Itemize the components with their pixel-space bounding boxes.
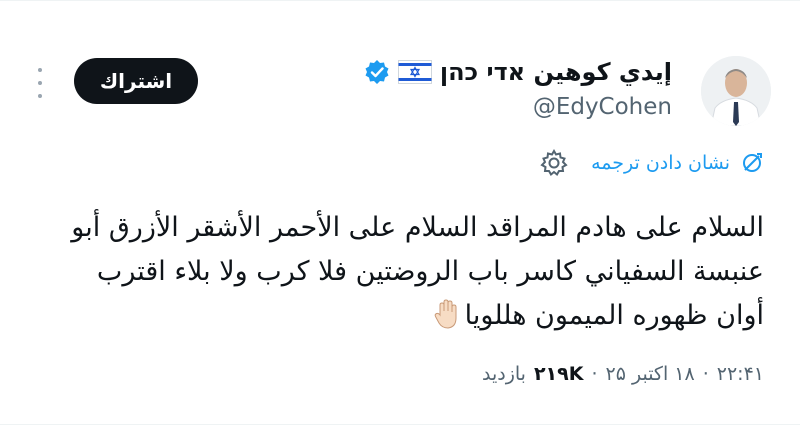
more-vertical-icon[interactable] (34, 68, 46, 98)
gear-icon[interactable] (539, 148, 569, 178)
avatar[interactable] (701, 56, 771, 126)
verified-badge-icon[interactable] (364, 59, 390, 85)
views-count: ۲۱۹K (533, 363, 584, 385)
display-name-row[interactable]: إيدي كوهين אדי כהן (364, 58, 672, 86)
translate-row: نشان دادن ترجمه (539, 148, 764, 178)
tweet-line-3-text: أوان ظهوره الميمون هللويا (464, 300, 764, 331)
tweet-meta: ۲۲:۴۱ · ۱۸ اکتبر ۲۵ · ۲۱۹K بازدید (482, 363, 764, 385)
views-label: بازدید (481, 363, 526, 385)
meta-separator: · (591, 363, 598, 385)
meta-separator: · (702, 363, 709, 385)
top-divider (0, 0, 800, 15)
tweet-line-3: أوان ظهوره الميمون هللويا (34, 294, 764, 338)
globe-icon (740, 151, 764, 175)
tweet-line-2: عنبسة السفياني كاسر باب الروضتين فلا كرب… (96, 256, 764, 287)
bottom-divider (0, 424, 800, 425)
israel-flag-icon (397, 60, 432, 84)
raised-hand-icon (433, 298, 461, 330)
display-name[interactable]: إيدي كوهين אדי כהן (440, 58, 672, 86)
tweet-line-1: السلام على هادم المراقد السلام على الأحم… (71, 212, 764, 243)
show-translation-link[interactable]: نشان دادن ترجمه (591, 152, 730, 174)
avatar-portrait (701, 56, 771, 126)
tweet-text: السلام على هادم المراقد السلام على الأحم… (34, 206, 764, 338)
user-handle[interactable]: @EdyCohen (533, 94, 672, 120)
subscribe-button[interactable]: اشتراك (74, 58, 198, 104)
tweet-date[interactable]: ۱۸ اکتبر ۲۵ (606, 363, 695, 385)
tweet-time[interactable]: ۲۲:۴۱ (717, 363, 764, 385)
